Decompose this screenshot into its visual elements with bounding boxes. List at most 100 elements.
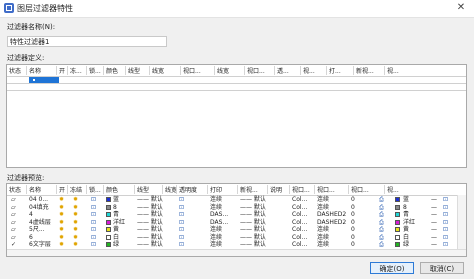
layer-lock-icon[interactable]: ⊡ — [91, 226, 96, 233]
column-header[interactable]: 视口... — [247, 66, 265, 75]
column-separator[interactable] — [237, 185, 238, 194]
layer-color-swatch[interactable] — [106, 227, 111, 232]
vertical-scrollbar[interactable] — [457, 195, 466, 256]
column-separator[interactable] — [214, 66, 215, 75]
column-separator[interactable] — [162, 185, 163, 194]
column-separator[interactable] — [207, 185, 208, 194]
column-separator[interactable] — [125, 66, 126, 75]
column-header[interactable]: 线宽 — [152, 66, 164, 75]
column-header[interactable]: 视口... — [351, 185, 369, 194]
layer-freeze-icon[interactable]: ✹ — [73, 234, 78, 241]
filter-name-input[interactable]: 特性过滤器1 — [7, 36, 167, 47]
column-header[interactable]: 开 — [59, 66, 65, 75]
column-separator[interactable] — [384, 66, 385, 75]
layer-color-swatch[interactable] — [106, 197, 111, 202]
column-header[interactable]: 视... — [387, 66, 399, 75]
column-header[interactable]: 锁... — [89, 66, 101, 75]
layer-on-icon[interactable]: ✹ — [59, 196, 64, 203]
column-separator[interactable] — [134, 185, 135, 194]
layer-color-swatch[interactable] — [106, 212, 111, 217]
layer-freeze-icon[interactable]: ✹ — [73, 226, 78, 233]
layer-freeze-icon[interactable]: ✹ — [73, 241, 78, 248]
column-header[interactable]: 线型 — [137, 185, 149, 194]
column-header[interactable]: 透明度 — [179, 185, 197, 194]
column-header[interactable]: 视... — [387, 185, 399, 194]
vp-color-swatch[interactable] — [395, 197, 400, 202]
column-separator[interactable] — [103, 66, 104, 75]
column-separator[interactable] — [56, 185, 57, 194]
layer-color-swatch[interactable] — [106, 234, 111, 240]
column-header[interactable]: 视口... — [317, 185, 335, 194]
column-separator[interactable] — [289, 185, 290, 194]
column-header[interactable]: 锁... — [89, 185, 101, 194]
column-header[interactable]: 状态 — [9, 66, 21, 75]
vp-color-swatch[interactable] — [395, 227, 400, 232]
column-header[interactable]: 线型 — [128, 66, 140, 75]
column-header[interactable]: 打印 — [210, 185, 222, 194]
column-separator[interactable] — [180, 66, 181, 75]
column-separator[interactable] — [274, 66, 275, 75]
column-header[interactable]: 颜色 — [106, 185, 118, 194]
ok-button[interactable]: 确定(O) — [370, 262, 414, 274]
layer-freeze-icon[interactable]: ✹ — [73, 219, 78, 226]
column-header[interactable]: 开 — [59, 185, 65, 194]
layer-lock-icon[interactable]: ⊡ — [91, 241, 96, 248]
column-separator[interactable] — [176, 185, 177, 194]
column-separator[interactable] — [149, 66, 150, 75]
column-header[interactable]: 线宽 — [217, 66, 229, 75]
column-separator[interactable] — [86, 66, 87, 75]
layer-lock-icon[interactable]: ⊡ — [91, 219, 96, 226]
layer-on-icon[interactable]: ✹ — [59, 211, 64, 218]
column-header[interactable]: 说明 — [270, 185, 282, 194]
column-header[interactable]: 冻结 — [70, 185, 82, 194]
column-header[interactable]: 视口... — [183, 66, 201, 75]
column-header[interactable]: 名称 — [29, 185, 41, 194]
layer-color-swatch[interactable] — [106, 204, 111, 210]
layer-freeze-icon[interactable]: ✹ — [73, 211, 78, 218]
column-header[interactable]: 新视... — [240, 185, 258, 194]
layer-on-icon[interactable]: ✹ — [59, 219, 64, 226]
layer-lock-icon[interactable]: ⊡ — [91, 211, 96, 218]
column-separator[interactable] — [348, 185, 349, 194]
column-separator[interactable] — [384, 185, 385, 194]
vp-color-swatch[interactable] — [395, 219, 400, 225]
column-header[interactable]: 打... — [329, 66, 341, 75]
column-separator[interactable] — [326, 66, 327, 75]
column-separator[interactable] — [56, 66, 57, 75]
close-button[interactable]: ✕ — [454, 1, 468, 15]
layer-on-icon[interactable]: ✹ — [59, 226, 64, 233]
layer-on-icon[interactable]: ✹ — [59, 241, 64, 248]
column-separator[interactable] — [314, 185, 315, 194]
column-separator[interactable] — [244, 66, 245, 75]
column-header[interactable]: 名称 — [29, 66, 41, 75]
column-header[interactable]: 视... — [303, 66, 315, 75]
vp-color-swatch[interactable] — [395, 204, 400, 210]
horizontal-scrollbar[interactable] — [7, 249, 466, 256]
layer-color-swatch[interactable] — [106, 219, 111, 225]
column-separator[interactable] — [103, 185, 104, 194]
layer-lock-icon[interactable]: ⊡ — [91, 196, 96, 203]
column-separator[interactable] — [67, 66, 68, 75]
layer-lock-icon[interactable]: ⊡ — [91, 204, 96, 211]
layer-freeze-icon[interactable]: ✹ — [73, 196, 78, 203]
layer-lock-icon[interactable]: ⊡ — [91, 234, 96, 241]
vp-color-swatch[interactable] — [395, 212, 400, 217]
column-header[interactable]: 颜色 — [106, 66, 118, 75]
layer-color-swatch[interactable] — [106, 242, 111, 247]
column-header[interactable]: 透... — [277, 66, 289, 75]
vp-color-swatch[interactable] — [395, 234, 400, 240]
column-separator[interactable] — [300, 66, 301, 75]
layer-on-icon[interactable]: ✹ — [59, 204, 64, 211]
column-separator[interactable] — [26, 66, 27, 75]
layer-freeze-icon[interactable]: ✹ — [73, 204, 78, 211]
column-header[interactable]: 冻... — [70, 66, 82, 75]
column-separator[interactable] — [267, 185, 268, 194]
filter-preview-table[interactable]: 状态 名称开冻结 锁... 颜色 线型 线宽 透明度 打印 新视... 说明 视口... 视口... 视… — [6, 183, 467, 257]
layer-on-icon[interactable]: ✹ — [59, 234, 64, 241]
cancel-button[interactable]: 取消(C) — [420, 262, 464, 274]
column-separator[interactable] — [86, 185, 87, 194]
column-separator[interactable] — [26, 185, 27, 194]
column-separator[interactable] — [67, 185, 68, 194]
column-header[interactable]: 状态 — [9, 185, 21, 194]
column-header[interactable]: 新视... — [356, 66, 374, 75]
